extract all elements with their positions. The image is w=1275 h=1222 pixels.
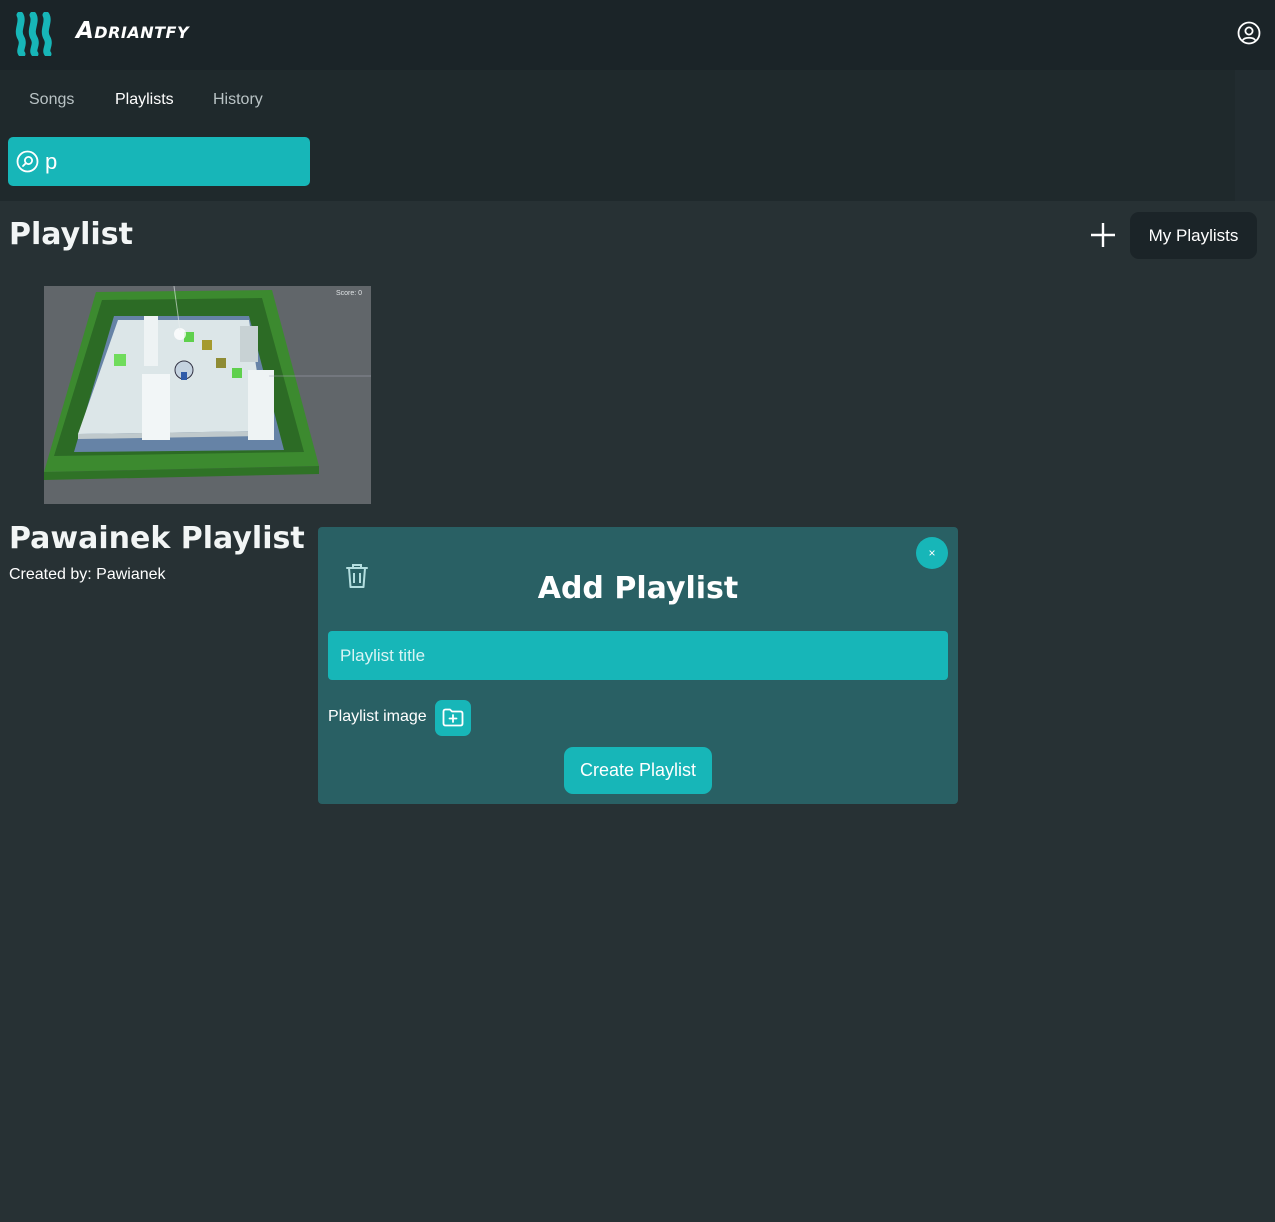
stripes-logo-icon[interactable] <box>14 12 56 56</box>
tab-songs[interactable]: Songs <box>29 91 74 109</box>
playlist-title-input[interactable] <box>328 631 948 680</box>
app-name: Adriantfy <box>76 18 190 44</box>
plus-icon[interactable] <box>1090 222 1116 248</box>
close-button[interactable]: × <box>916 537 948 569</box>
playlist-title[interactable]: Pawainek Playlist <box>9 521 305 556</box>
playlist-cover-image[interactable]: Score: 0 <box>44 285 371 504</box>
modal-title: Add Playlist <box>537 571 739 606</box>
page-title: Playlist <box>9 217 133 252</box>
user-circle-icon[interactable] <box>1237 21 1261 45</box>
tab-history[interactable]: History <box>213 91 263 109</box>
playlist-image-label: Playlist image <box>328 708 427 725</box>
top-bar: Adriantfy <box>0 0 1275 70</box>
scroll-track <box>1235 70 1275 201</box>
add-playlist-modal: × Add Playlist Playlist image Create Pla… <box>318 527 958 804</box>
search-input[interactable] <box>45 145 300 178</box>
search-bar[interactable] <box>8 137 310 186</box>
create-playlist-button[interactable]: Create Playlist <box>564 747 712 794</box>
upload-image-button[interactable] <box>435 700 471 736</box>
search-icon <box>16 150 39 173</box>
score-label: Score: 0 <box>336 290 362 297</box>
my-playlists-button[interactable]: My Playlists <box>1130 212 1257 259</box>
folder-add-icon <box>442 708 464 727</box>
playlist-author: Created by: Pawianek <box>9 566 166 583</box>
tab-playlists[interactable]: Playlists <box>115 91 174 109</box>
game-scene-image: Score: 0 <box>44 285 371 504</box>
sub-navigation: Songs Playlists History <box>0 70 1275 201</box>
